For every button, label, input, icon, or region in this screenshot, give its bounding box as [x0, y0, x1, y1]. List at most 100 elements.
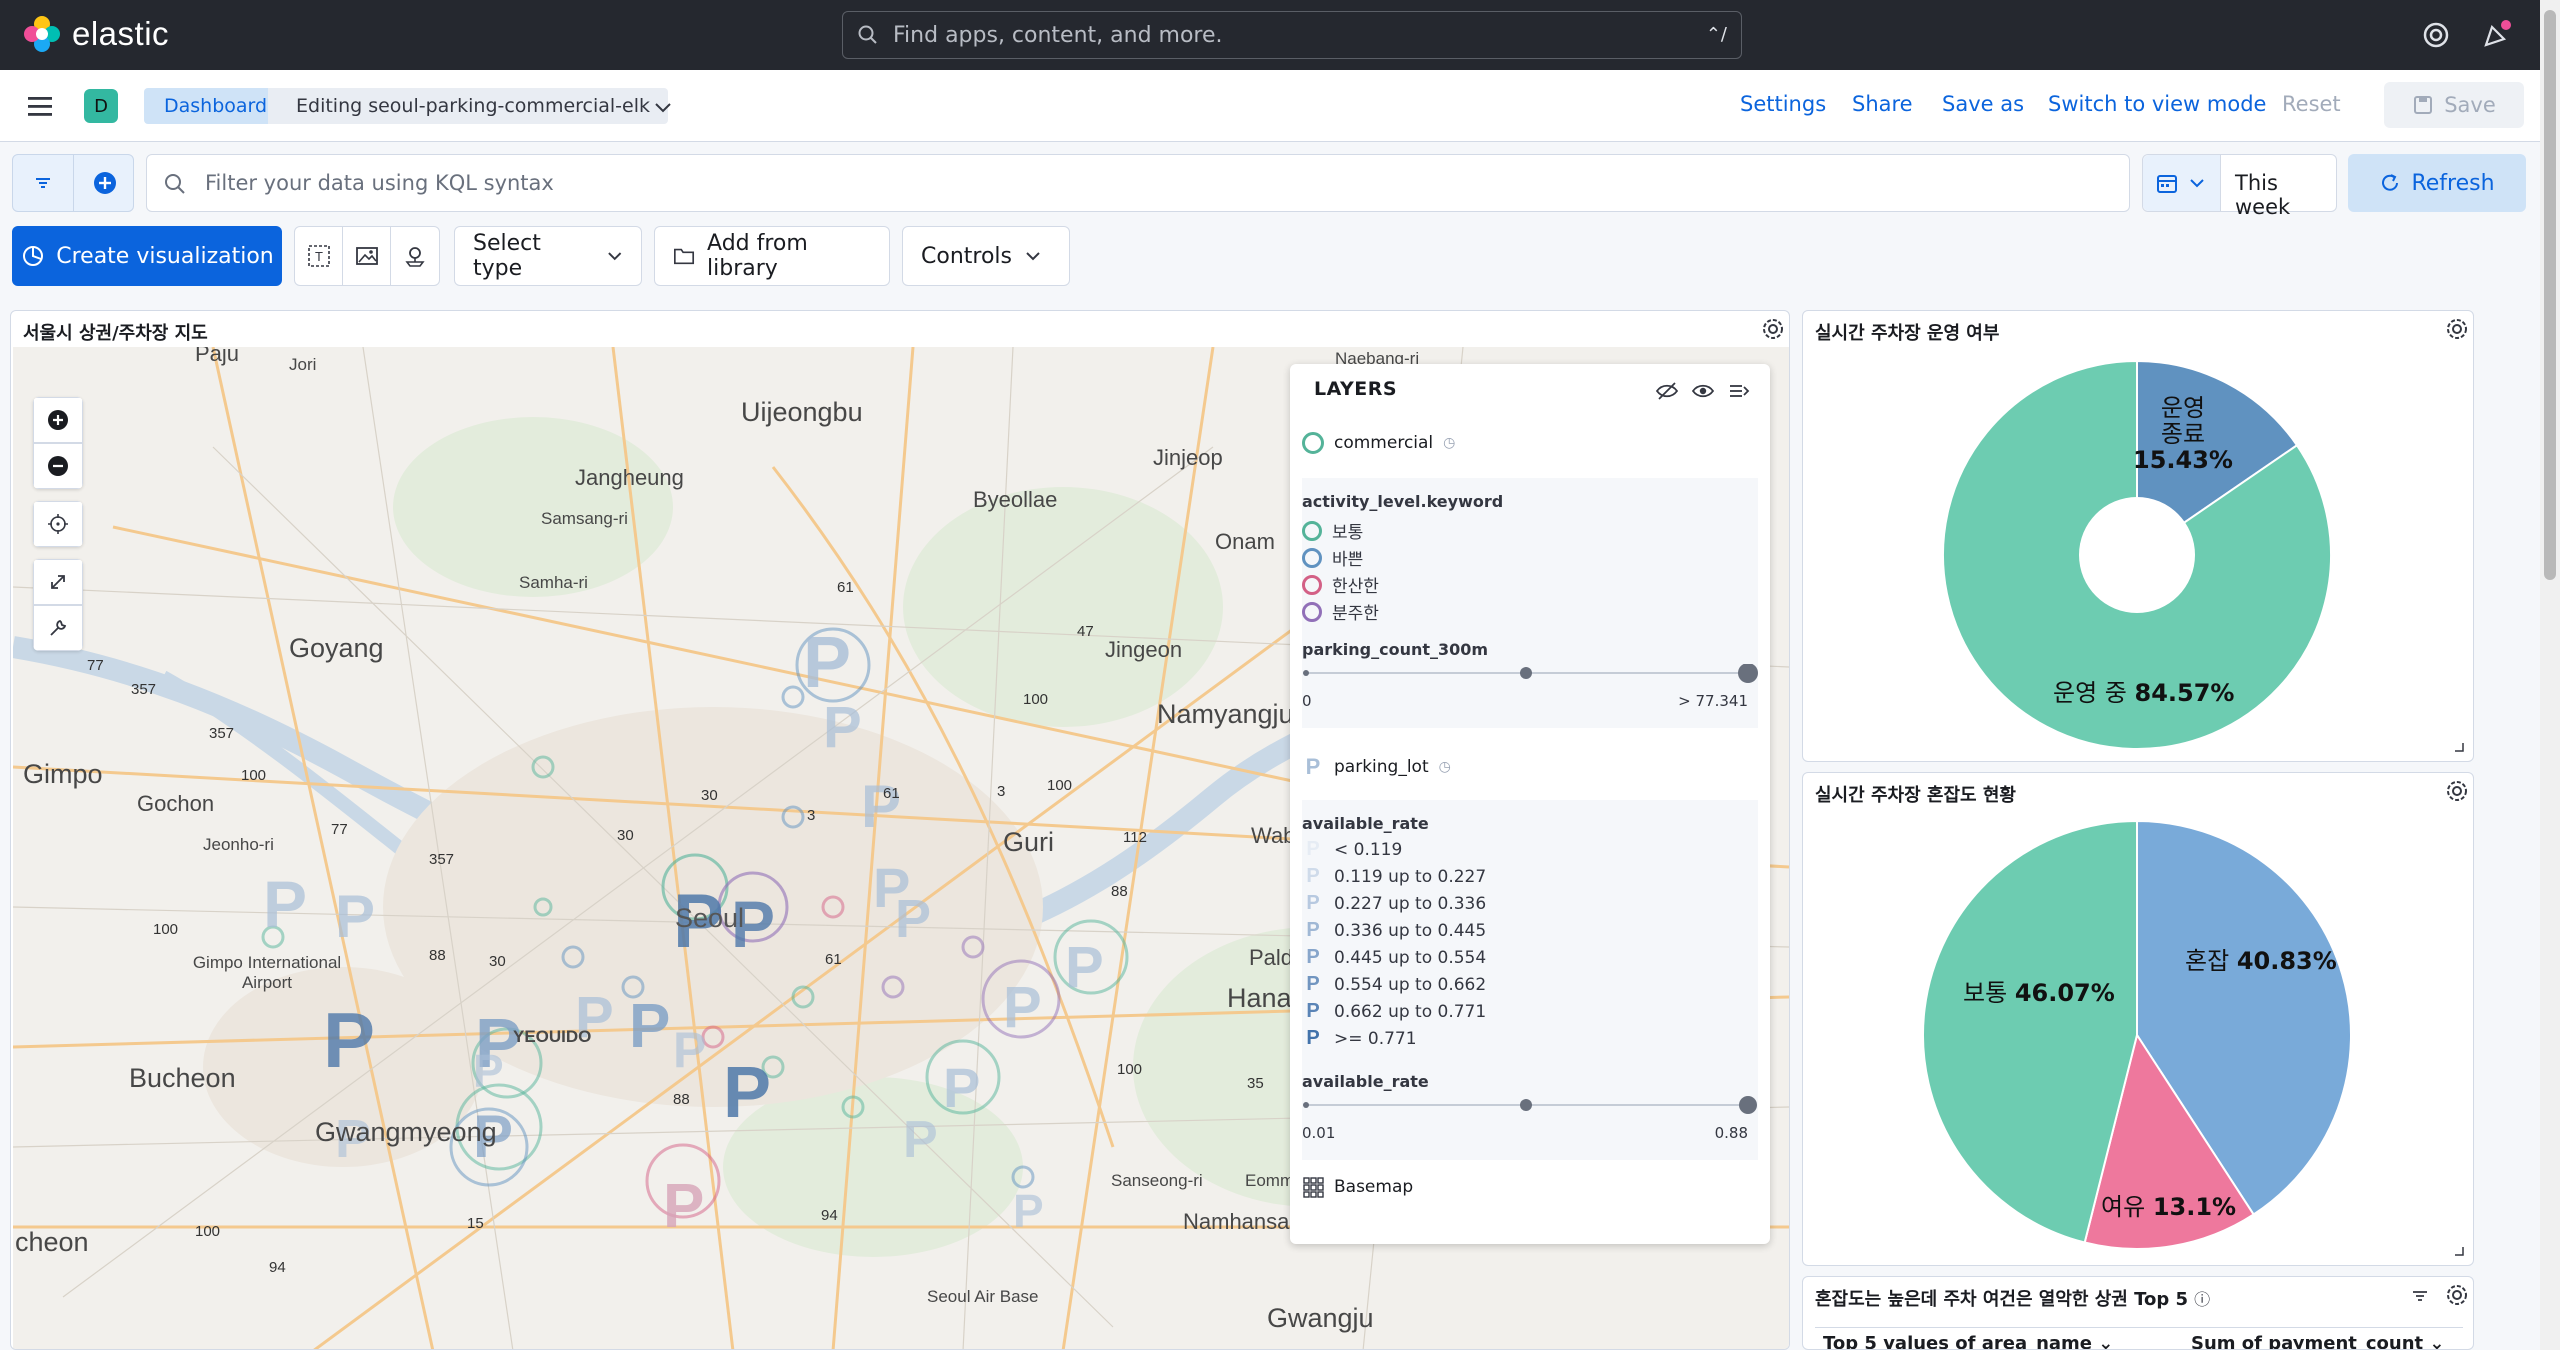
- parking-icon: P: [1306, 838, 1320, 860]
- create-visualization-button[interactable]: Create visualization: [12, 226, 282, 286]
- elastic-logo[interactable]: elastic: [22, 14, 169, 54]
- scale-max: 0.88: [1714, 1124, 1748, 1142]
- add-image-button[interactable]: [343, 227, 391, 285]
- map-controls: [33, 397, 83, 663]
- chevron-down-icon[interactable]: [652, 96, 674, 118]
- road-number: 3: [997, 783, 1006, 800]
- road-number: 88: [1111, 883, 1128, 900]
- layers-panel: LAYERS commercial ◷ activity_level.keywo…: [1290, 364, 1770, 1244]
- collapse-menu-icon[interactable]: [1726, 378, 1752, 404]
- legend-item: P < 0.119: [1302, 838, 1402, 861]
- map-label: Jingeon: [1105, 637, 1183, 662]
- pie2-slice-label-busy: 혼잡 40.83%: [2185, 947, 2337, 975]
- visualize-app-icon: [23, 246, 44, 266]
- parking-icon: P: [1306, 1000, 1320, 1022]
- switch-view-mode-link[interactable]: Switch to view mode: [2048, 92, 2266, 116]
- svg-text:T: T: [315, 249, 323, 264]
- layer-name: parking_lot: [1334, 757, 1429, 777]
- resize-handle-icon[interactable]: [2453, 741, 2465, 753]
- filter-icon[interactable]: [31, 171, 55, 195]
- save-as-link[interactable]: Save as: [1942, 92, 2024, 116]
- save-button[interactable]: Save: [2384, 82, 2524, 128]
- space-avatar[interactable]: D: [84, 89, 118, 123]
- fullscreen-button[interactable]: [33, 559, 83, 605]
- breadcrumb-dashboard[interactable]: Dashboard: [144, 88, 288, 124]
- road-number: 100: [1023, 691, 1049, 708]
- svg-text:P: P: [903, 1111, 938, 1169]
- map-label: Samsang-ri: [541, 509, 628, 528]
- quick-menu-button[interactable]: [2143, 155, 2221, 211]
- info-icon[interactable]: ⓘ: [2194, 1286, 2210, 1310]
- breadcrumb-current: Editing seoul-parking-commercial-elk: [268, 88, 669, 124]
- draw-tools-button[interactable]: [33, 605, 83, 651]
- controls-button[interactable]: Controls: [902, 226, 1070, 286]
- image-icon: [355, 247, 378, 265]
- svg-text:P: P: [895, 889, 931, 949]
- road-number: 30: [701, 787, 718, 804]
- global-search[interactable]: Find apps, content, and more. ⌃/: [842, 11, 1742, 59]
- legend-item: P 0.445 up to 0.554: [1302, 946, 1486, 969]
- resize-handle-icon[interactable]: [2453, 1245, 2465, 1257]
- zoom-out-button[interactable]: [33, 443, 83, 489]
- svg-text:P: P: [335, 883, 375, 950]
- eye-closed-icon[interactable]: [1654, 378, 1680, 404]
- road-number: 94: [269, 1259, 286, 1276]
- road-number: 94: [821, 1207, 838, 1224]
- help-icon[interactable]: [2418, 17, 2454, 53]
- road-number: 112: [1123, 829, 1147, 846]
- page-scrollbar[interactable]: [2540, 0, 2560, 1350]
- layer-commercial[interactable]: commercial ◷: [1302, 432, 1455, 454]
- table-header-area-name[interactable]: Top 5 values of area_name ⌄: [1823, 1333, 2113, 1349]
- reset-link[interactable]: Reset: [2282, 92, 2341, 116]
- layer-parking-lot[interactable]: P parking_lot ◷: [1302, 754, 1451, 780]
- road-number: 61: [837, 579, 854, 596]
- eye-icon[interactable]: [1690, 378, 1716, 404]
- share-link[interactable]: Share: [1852, 92, 1913, 116]
- map-label: Eomm: [1245, 1171, 1295, 1190]
- road-number: 3: [807, 807, 816, 824]
- filter-icon[interactable]: [2409, 1285, 2431, 1307]
- refresh-button[interactable]: Refresh: [2348, 154, 2526, 212]
- scrollbar-thumb[interactable]: [2544, 10, 2556, 580]
- save-icon: [2414, 96, 2433, 114]
- set-view-button[interactable]: [33, 501, 83, 547]
- select-type-button[interactable]: Select type: [454, 226, 642, 286]
- svg-text:P: P: [263, 867, 307, 941]
- quick-add-group: T: [294, 226, 440, 286]
- map-label: Goyang: [289, 633, 384, 663]
- news-feed-icon[interactable]: [2478, 17, 2514, 53]
- map-label: Jangheung: [575, 465, 684, 490]
- add-filter-icon[interactable]: [91, 169, 119, 197]
- road-number: 100: [241, 767, 267, 784]
- svg-text:P: P: [1003, 975, 1042, 1040]
- zoom-in-button[interactable]: [33, 397, 83, 443]
- legend-ring-icon: [1302, 601, 1322, 622]
- date-picker[interactable]: This week: [2142, 154, 2337, 219]
- layer-basemap[interactable]: Basemap: [1302, 1176, 1413, 1198]
- hamburger-menu-icon[interactable]: [26, 92, 56, 120]
- add-from-library-button[interactable]: Add from library: [654, 226, 890, 286]
- settings-link[interactable]: Settings: [1740, 92, 1826, 116]
- brand-name: elastic: [72, 15, 170, 52]
- add-text-button[interactable]: T: [295, 227, 343, 285]
- parking-icon: P: [1305, 754, 1321, 779]
- calendar-icon: [2157, 175, 2177, 193]
- svg-text:P: P: [1013, 1185, 1044, 1237]
- refresh-icon: [2382, 174, 2399, 191]
- commercial-legend: activity_level.keyword 보통 바쁜 한산한 분주한 par…: [1302, 478, 1758, 728]
- svg-text:P: P: [803, 623, 851, 703]
- create-visualization-label: Create visualization: [56, 243, 274, 269]
- gear-icon[interactable]: [2443, 1281, 2471, 1309]
- chevron-down-icon: [607, 252, 621, 261]
- map-label: Jinjeop: [1153, 445, 1223, 470]
- save-label: Save: [2444, 93, 2496, 117]
- map-label: Gwangju: [1267, 1303, 1374, 1333]
- gear-icon[interactable]: [1759, 315, 1787, 343]
- size-scale-markers: [1303, 1096, 1757, 1114]
- maps-app-icon: [405, 247, 425, 267]
- add-map-button[interactable]: [391, 227, 439, 285]
- kql-search-input[interactable]: Filter your data using KQL syntax: [146, 154, 2130, 212]
- map-label: Gwangmyeong: [315, 1117, 497, 1147]
- table-header-payment-count[interactable]: Sum of payment_count ⌄: [2191, 1333, 2445, 1349]
- legend-item: P 0.119 up to 0.227: [1302, 865, 1486, 888]
